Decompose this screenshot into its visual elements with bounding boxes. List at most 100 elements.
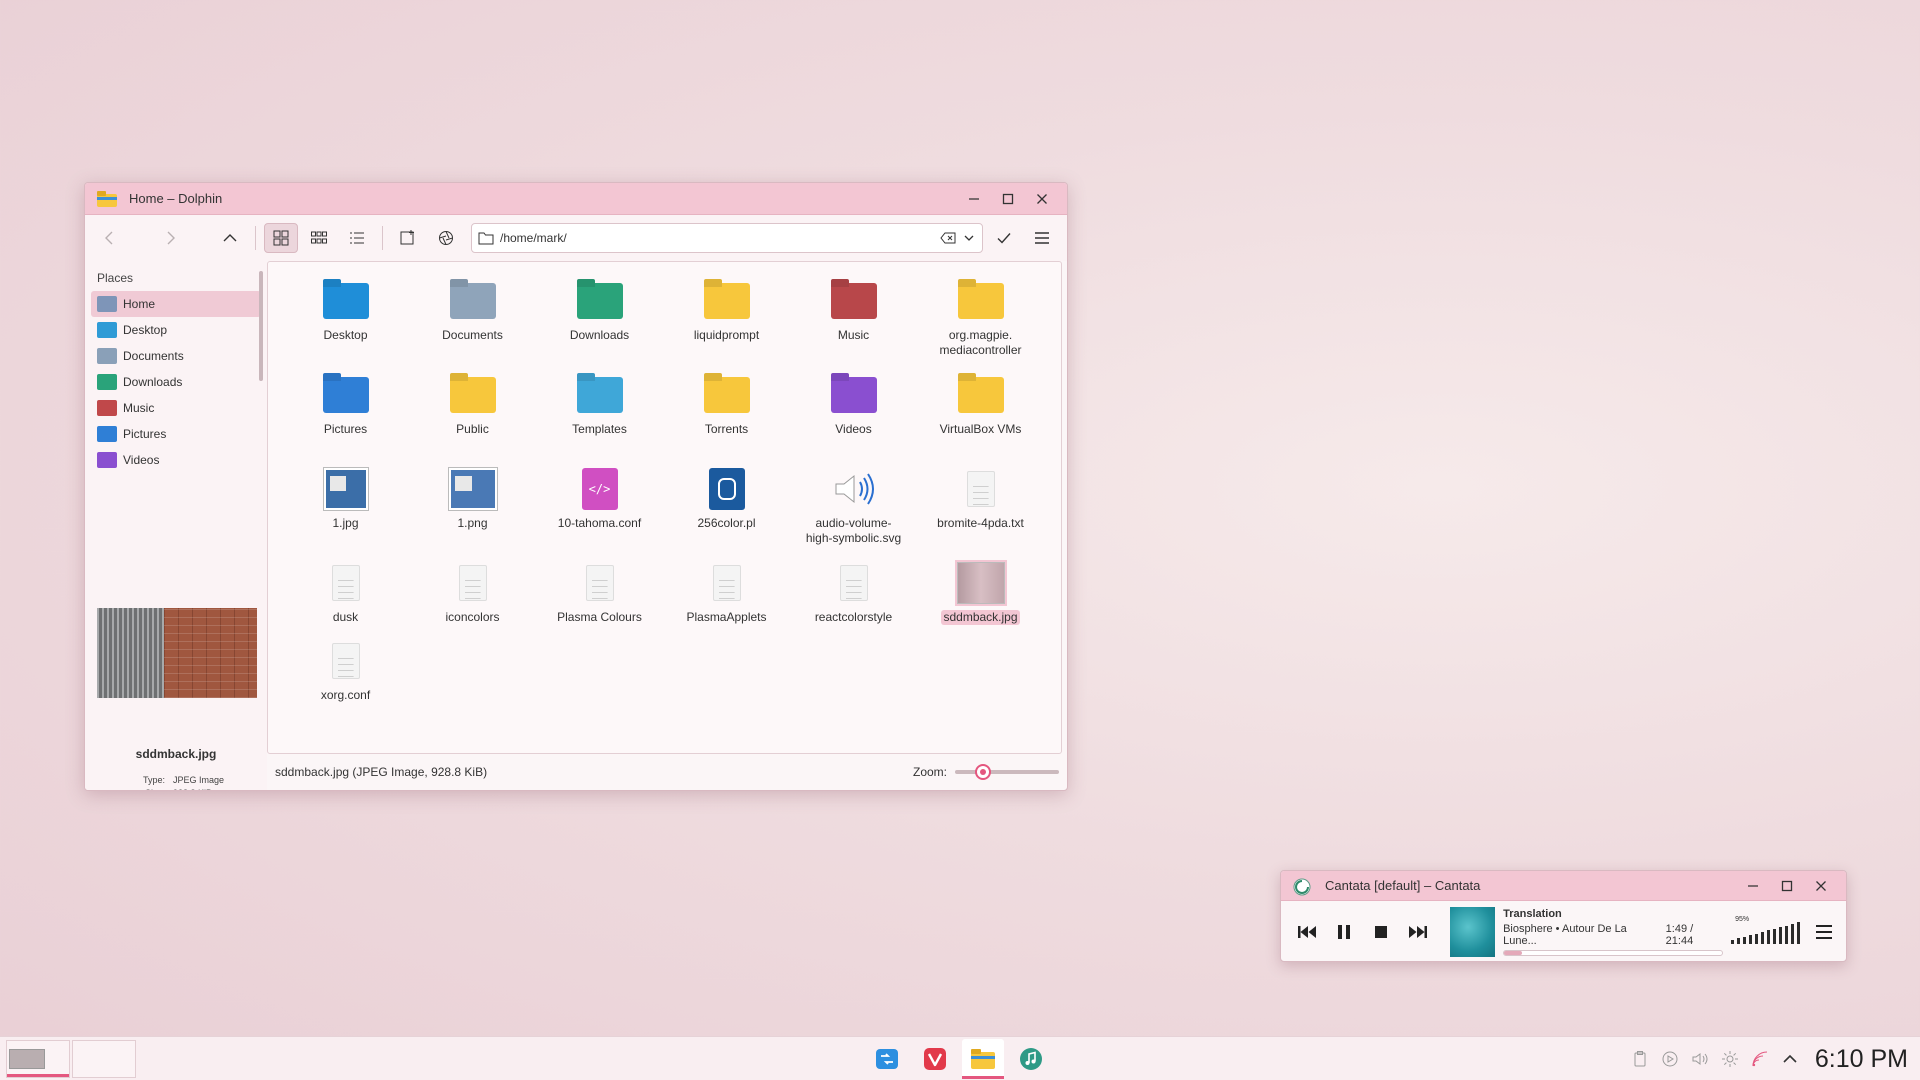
places-item-documents[interactable]: Documents [91,343,261,369]
file-item-music[interactable]: Music [790,280,917,374]
zoom-slider-handle[interactable] [975,764,991,780]
file-item-label: audio-volume- high-symbolic.svg [805,516,902,545]
task-remote-desktop[interactable] [866,1039,908,1079]
zoom-slider[interactable] [955,764,1059,780]
places-item-label: Pictures [123,427,167,441]
minimize-button[interactable] [957,185,991,213]
cantata-menu-button[interactable] [1809,916,1838,948]
brightness-icon[interactable] [1721,1050,1739,1068]
file-item-downloads[interactable]: Downloads [536,280,663,374]
task-dolphin[interactable] [962,1039,1004,1079]
places-item-pictures[interactable]: Pictures [91,421,261,447]
file-item-torrents[interactable]: Torrents [663,374,790,468]
cantata-titlebar[interactable]: Cantata [default] – Cantata [1281,871,1846,901]
places-item-home[interactable]: Home [91,291,261,317]
volume-control[interactable]: 95% [1731,916,1801,946]
stop-icon [1374,926,1387,938]
places-button[interactable] [429,223,463,253]
file-item-virtualbox-vms[interactable]: VirtualBox VMs [917,374,1044,468]
file-item-sddmback-jpg[interactable]: sddmback.jpg [917,562,1044,640]
file-view[interactable]: Desktop Documents Downloads liquidprompt Mus… [267,261,1062,754]
file-item-dusk[interactable]: dusk [282,562,409,640]
previous-track-button[interactable] [1293,916,1322,948]
chevron-down-icon[interactable] [962,231,976,245]
icons-view-button[interactable] [264,223,298,253]
location-bar[interactable] [471,223,983,253]
file-item-org-magpie-mediacontroller[interactable]: org.magpie. mediacontroller [917,280,1044,374]
arrow-up-icon [223,234,237,242]
details-view-button[interactable] [340,223,374,253]
file-item-templates[interactable]: Templates [536,374,663,468]
confirm-location-button[interactable] [987,223,1021,253]
album-cover[interactable] [1450,907,1496,957]
file-item-xorg-conf[interactable]: xorg.conf [282,640,409,718]
close-button[interactable] [1025,185,1059,213]
file-item-reactcolorstyle[interactable]: reactcolorstyle [790,562,917,640]
file-item-documents[interactable]: Documents [409,280,536,374]
stop-button[interactable] [1367,916,1396,948]
file-item-videos[interactable]: Videos [790,374,917,468]
file-item-10-tahoma-conf[interactable]: </> 10-tahoma.conf [536,468,663,562]
image-thumbnail-icon [322,468,370,510]
file-item-label: Pictures [323,422,368,436]
task-vivaldi[interactable] [914,1039,956,1079]
pause-button[interactable] [1330,916,1359,948]
close-button[interactable] [1804,872,1838,900]
maximize-button[interactable] [1770,872,1804,900]
file-grid: Desktop Documents Downloads liquidprompt Mus… [268,262,1061,718]
desktop-1[interactable] [6,1039,70,1078]
file-item-1-jpg[interactable]: 1.jpg [282,468,409,562]
file-item-pictures[interactable]: Pictures [282,374,409,468]
clock[interactable]: 6:10 PM [1815,1045,1908,1074]
task-cantata[interactable] [1010,1039,1052,1079]
compact-view-button[interactable] [302,223,336,253]
forward-button[interactable] [153,223,187,253]
places-item-music[interactable]: Music [91,395,261,421]
location-input[interactable] [500,231,934,245]
network-icon[interactable] [1751,1050,1769,1068]
volume-bar [1755,933,1759,944]
desktop-2[interactable] [72,1039,136,1078]
file-item-1-png[interactable]: 1.png [409,468,536,562]
file-item-bromite-4pda-txt[interactable]: bromite-4pda.txt [917,468,1044,562]
split-view-button[interactable] [391,223,425,253]
file-item-256color-pl[interactable]: 256color.pl [663,468,790,562]
clipboard-icon[interactable] [1631,1050,1649,1068]
up-button[interactable] [213,223,247,253]
file-item-plasmaapplets[interactable]: PlasmaApplets [663,562,790,640]
dolphin-titlebar[interactable]: Home – Dolphin [85,183,1067,215]
folder-icon [449,280,497,322]
media-player-icon[interactable] [1661,1050,1679,1068]
speaker-icon [830,468,878,510]
scrollbar-thumb[interactable] [259,271,263,381]
file-item-plasma-colours[interactable]: Plasma Colours [536,562,663,640]
places-scrollbar[interactable] [258,261,264,471]
minimize-button[interactable] [1736,872,1770,900]
chevron-up-icon[interactable] [1781,1050,1799,1068]
clear-icon[interactable] [940,231,956,245]
file-item-liquidprompt[interactable]: liquidprompt [663,280,790,374]
videos-folder-icon [97,452,117,468]
vivaldi-icon [924,1048,946,1070]
back-button[interactable] [93,223,127,253]
places-item-label: Videos [123,453,160,467]
places-item-desktop[interactable]: Desktop [91,317,261,343]
hamburger-icon [1815,925,1832,939]
file-item-label: PlasmaApplets [686,610,767,624]
menu-button[interactable] [1025,223,1059,253]
volume-icon[interactable] [1691,1050,1709,1068]
places-item-downloads[interactable]: Downloads [91,369,261,395]
next-track-button[interactable] [1403,916,1432,948]
file-item-label: reactcolorstyle [814,610,893,624]
maximize-button[interactable] [991,185,1025,213]
file-item-desktop[interactable]: Desktop [282,280,409,374]
text-file-icon [322,562,370,604]
places-item-videos[interactable]: Videos [91,447,261,473]
file-item-label: 10-tahoma.conf [557,516,642,530]
grid-icon [273,230,289,246]
track-progress-bar[interactable] [1503,950,1724,956]
file-item-iconcolors[interactable]: iconcolors [409,562,536,640]
file-item-public[interactable]: Public [409,374,536,468]
toolbar-separator [255,226,256,250]
file-item-audio-volume-high-symbolic-svg[interactable]: audio-volume- high-symbolic.svg [790,468,917,562]
